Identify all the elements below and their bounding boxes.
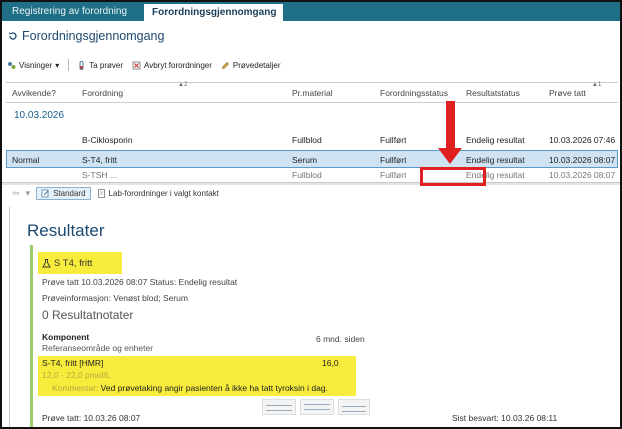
cell-order-status: Fullført bbox=[380, 135, 407, 145]
document-icon bbox=[97, 189, 105, 198]
tab-forordningsgjennomgang[interactable]: Forordningsgjennomgang bbox=[144, 2, 283, 21]
standard-view-label: Standard bbox=[53, 189, 86, 198]
col-header-sample-taken[interactable]: Prøve tatt bbox=[549, 88, 586, 98]
cell-sample-taken: 10.03.2026 08:07 bbox=[549, 155, 616, 165]
toolbar: Visninger ▾ Ta prøver Avbryt forordninge… bbox=[2, 56, 620, 74]
thumbnail-line bbox=[342, 406, 366, 407]
cell-material: Serum bbox=[292, 155, 318, 165]
cancel-orders-button[interactable]: Avbryt forordninger bbox=[132, 61, 212, 70]
annotation-arrow-head bbox=[438, 148, 462, 164]
component-sublabel: Referanseområde og enheter bbox=[42, 343, 154, 353]
test-name-highlight: S T4, fritt bbox=[38, 252, 122, 274]
cancel-icon bbox=[132, 61, 141, 69]
component-label: Komponent bbox=[42, 332, 90, 342]
annotation-arrow-shaft bbox=[446, 101, 455, 151]
results-panel: Resultater S T4, fritt Prøve tatt 10.03.… bbox=[9, 207, 618, 428]
cell-order-status: Fullført bbox=[380, 155, 407, 165]
result-reference-range: 12,0 - 22,0 pmol/L bbox=[42, 370, 111, 380]
table-row-partial[interactable]: S-TSH ... Fullblod Fullført Endelig resu… bbox=[6, 170, 618, 180]
table-row[interactable]: B-Ciklosporin Fullblod Fullført Endelig … bbox=[6, 131, 618, 149]
page-title: Forordningsgjennomgang bbox=[22, 29, 165, 43]
col-header-order-status[interactable]: Forordningsstatus bbox=[380, 88, 448, 98]
cell-material: Fullblod bbox=[292, 170, 322, 180]
sort-indicator-sample-taken: ▲1 bbox=[592, 82, 602, 88]
chevron-down-icon[interactable]: ▾ bbox=[26, 188, 31, 199]
group-date-row[interactable]: 10.03.2026 bbox=[6, 110, 64, 121]
trend-thumbnails[interactable] bbox=[262, 397, 372, 417]
views-icon bbox=[8, 61, 16, 69]
views-label: Visninger bbox=[19, 60, 53, 70]
results-title: Resultater bbox=[27, 221, 105, 240]
test-name: S T4, fritt bbox=[54, 257, 93, 269]
cell-material: Fullblod bbox=[292, 135, 322, 145]
cell-order-status: Fullført bbox=[380, 170, 407, 180]
cell-sample-taken: 10.03.2026 07:46 bbox=[549, 135, 616, 145]
col-header-abnormal[interactable]: Avvikende? bbox=[12, 88, 56, 98]
component-time-ago: 6 mnd. siden bbox=[316, 334, 365, 344]
grid-header: Avvikende? Forordning ▲2 Pr.material For… bbox=[6, 82, 618, 103]
cancel-orders-label: Avbryt forordninger bbox=[144, 60, 212, 70]
refresh-icon[interactable] bbox=[8, 31, 18, 41]
cell-order: B-Ciklosporin bbox=[82, 135, 133, 145]
tab-registrering[interactable]: Registrering av forordning bbox=[4, 2, 135, 21]
comment-label: Kommentar: bbox=[52, 383, 99, 393]
orders-grid: Avvikende? Forordning ▲2 Pr.material For… bbox=[6, 82, 618, 180]
result-highlight: S-T4, fritt [HMR] 16,0 12,0 - 22,0 pmol/… bbox=[38, 356, 356, 396]
footer-sample-taken: Prøve tatt: 10.03.26 08:07 bbox=[42, 413, 141, 423]
thumbnail-line bbox=[342, 411, 366, 412]
thumbnail-line bbox=[266, 405, 292, 406]
result-name: S-T4, fritt [HMR] bbox=[42, 358, 104, 368]
trend-thumbnail[interactable] bbox=[338, 399, 370, 415]
views-button[interactable]: Visninger ▾ bbox=[7, 61, 59, 70]
toolbar-divider bbox=[68, 59, 70, 71]
page-header: Forordningsgjennomgang bbox=[8, 27, 164, 45]
thumbnail-line bbox=[266, 410, 292, 411]
lab-orders-button[interactable]: Lab-forordninger i valgt kontakt bbox=[97, 189, 219, 198]
sample-material: Prøveinformasjon: Venøst blod; Serum bbox=[42, 293, 188, 303]
app-window: Registrering av forordning Forordningsgj… bbox=[0, 0, 622, 429]
standard-view-button[interactable]: Standard bbox=[36, 187, 91, 200]
annotation-highlight-box bbox=[420, 167, 486, 186]
thumbnail-line bbox=[304, 409, 330, 410]
thumbnail-line bbox=[304, 404, 330, 405]
sample-info: Prøve tatt 10.03.2026 08:07 Status: Ende… bbox=[42, 277, 238, 287]
trend-thumbnail[interactable] bbox=[300, 399, 334, 415]
back-arrow-icon[interactable]: ⇦ bbox=[12, 188, 20, 199]
chevron-down-icon: ▾ bbox=[55, 60, 60, 70]
result-value: 16,0 bbox=[322, 358, 339, 368]
tab-bar: Registrering av forordning Forordningsgj… bbox=[2, 2, 620, 21]
col-header-material[interactable]: Pr.material bbox=[292, 88, 333, 98]
result-notes[interactable]: 0 Resultatnotater bbox=[42, 308, 133, 322]
sort-indicator-order: ▲2 bbox=[178, 82, 188, 88]
sample-details-button[interactable]: Prøvedetaljer bbox=[221, 61, 281, 70]
status-bar bbox=[30, 245, 33, 427]
cell-abnormal: Normal bbox=[12, 155, 40, 165]
footer-last-answered: Sist besvart: 10.03.26 08:11 bbox=[452, 413, 558, 423]
col-header-result-status[interactable]: Resultatstatus bbox=[466, 88, 520, 98]
cell-order: S-TSH ... bbox=[82, 170, 117, 180]
take-samples-label: Ta prøver bbox=[89, 60, 124, 70]
flask-icon bbox=[42, 258, 51, 267]
sample-details-label: Prøvedetaljer bbox=[232, 60, 281, 70]
result-comment: Kommentar: Ved prøvetaking angir pasient… bbox=[52, 383, 328, 393]
test-tube-icon bbox=[79, 60, 84, 70]
lab-orders-label: Lab-forordninger i valgt kontakt bbox=[108, 189, 219, 198]
comment-text: Ved prøvetaking angir pasienten å ikke h… bbox=[100, 383, 328, 393]
document-edit-icon bbox=[41, 189, 49, 198]
cell-order: S-T4, fritt bbox=[82, 155, 117, 165]
divider bbox=[28, 427, 618, 428]
col-header-order[interactable]: Forordning bbox=[82, 88, 123, 98]
table-row-selected[interactable]: Normal S-T4, fritt Serum Fullført Endeli… bbox=[6, 150, 618, 168]
cell-sample-taken: 10.03.2026 08:07 bbox=[549, 170, 616, 180]
lower-toolbar: ⇦ ▾ Standard Lab-forordninger i valgt ko… bbox=[2, 185, 620, 202]
cell-result-status: Endelig resultat bbox=[466, 155, 525, 165]
trend-thumbnail[interactable] bbox=[262, 399, 296, 415]
pencil-icon bbox=[222, 61, 229, 69]
take-samples-button[interactable]: Ta prøver bbox=[77, 60, 124, 70]
cell-result-status: Endelig resultat bbox=[466, 135, 525, 145]
